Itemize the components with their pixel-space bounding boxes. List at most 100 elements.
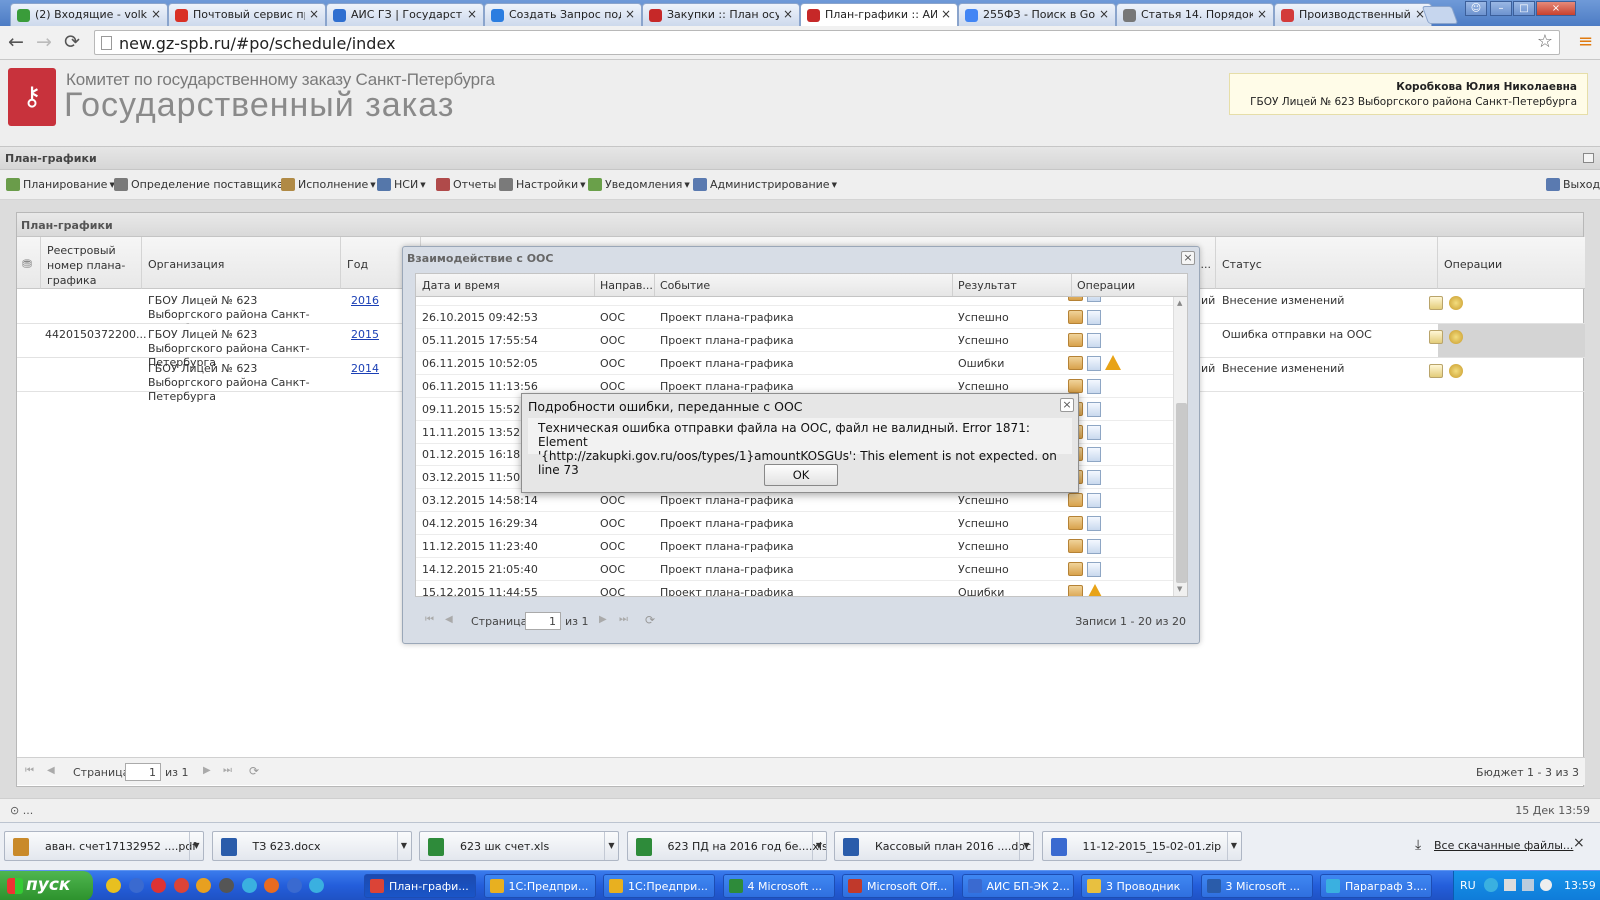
quick-launch-icon[interactable] — [128, 878, 144, 893]
document-icon[interactable] — [1087, 310, 1101, 325]
minimize-icon[interactable]: – — [1490, 1, 1512, 16]
browser-tab[interactable]: Почтовый сервис пр × — [168, 3, 326, 26]
close-icon[interactable]: × — [1573, 835, 1585, 851]
menu-item[interactable]: Определение поставщика▼ — [114, 178, 291, 191]
star-icon[interactable]: ☆ — [1537, 31, 1553, 52]
menu-item[interactable]: Планирование ▼ — [6, 178, 115, 191]
menu-item[interactable]: Уведомления ▼ — [588, 178, 690, 191]
list-item[interactable]: 14.12.2015 21:05:40 ООС Проект плана-графи… — [416, 558, 1173, 581]
col-organization[interactable]: Организация — [142, 237, 341, 289]
download-item[interactable]: 623 шк счет.xls ▼ — [419, 831, 619, 861]
vertical-scrollbar[interactable]: ▲ ▼ — [1173, 297, 1187, 596]
page-input[interactable]: 1 — [525, 612, 561, 630]
quick-launch-icon[interactable] — [106, 878, 121, 893]
refresh-icon[interactable]: ⟳ — [645, 614, 657, 626]
list-item[interactable]: 11.12.2015 11:23:40 ООС Проект плана-графи… — [416, 535, 1173, 558]
refresh-icon[interactable]: ⟳ — [249, 765, 261, 777]
col-oos-operations[interactable]: Операции — [1077, 279, 1135, 292]
package-icon[interactable] — [1068, 332, 1083, 347]
page-input[interactable]: 1 — [125, 763, 161, 781]
browser-tab[interactable]: Статья 14. Порядок × — [1116, 3, 1274, 26]
emblem-icon[interactable] — [1449, 330, 1463, 344]
document-icon[interactable] — [1429, 364, 1443, 378]
col-event[interactable]: Событие — [660, 279, 710, 292]
clock[interactable]: 13:59 — [1564, 879, 1596, 892]
warning-icon[interactable] — [1087, 583, 1103, 596]
emblem-icon[interactable] — [1449, 296, 1463, 310]
quick-launch-icon[interactable] — [286, 878, 302, 893]
close-icon[interactable]: × — [625, 7, 635, 21]
close-icon[interactable]: × — [467, 7, 477, 21]
menu-item[interactable]: НСИ ▼ — [377, 178, 426, 191]
browser-tab[interactable]: Производственный × — [1274, 3, 1432, 26]
taskbar-item[interactable]: АИС БП-ЭК 2... — [961, 874, 1074, 898]
close-icon[interactable]: × — [309, 7, 319, 21]
prev-page-icon[interactable]: ◀ — [47, 765, 59, 777]
browser-tab[interactable]: 255ФЗ - Поиск в Goo × — [958, 3, 1116, 26]
taskbar-item[interactable]: Параграф 3.... — [1320, 874, 1432, 898]
col-result[interactable]: Результат — [958, 279, 1017, 292]
first-page-icon[interactable]: ⏮ — [425, 614, 437, 626]
last-page-icon[interactable]: ⏭ — [223, 765, 235, 777]
start-button[interactable]: пуск — [0, 871, 93, 900]
close-icon[interactable]: × — [1181, 251, 1195, 265]
scroll-thumb[interactable] — [1176, 403, 1187, 583]
document-icon[interactable] — [1087, 355, 1101, 371]
close-icon[interactable]: × — [1060, 398, 1074, 412]
document-icon[interactable] — [1087, 539, 1101, 554]
package-icon[interactable] — [1068, 561, 1083, 576]
chevron-down-icon[interactable]: ▼ — [1019, 832, 1033, 860]
scroll-down-icon[interactable]: ▼ — [1177, 585, 1182, 593]
taskbar-item[interactable]: План-графи... — [364, 874, 476, 898]
quick-launch-icon[interactable] — [264, 878, 280, 893]
language-indicator[interactable]: RU — [1460, 879, 1476, 892]
download-item[interactable]: аван. счет17132952 ....pdf ▼ — [4, 831, 204, 861]
first-page-icon[interactable]: ⏮ — [25, 765, 37, 777]
chevron-down-icon[interactable]: ▼ — [189, 832, 203, 860]
browser-tab[interactable]: Закупки :: План осу × — [642, 3, 800, 26]
document-icon[interactable] — [1087, 332, 1101, 348]
download-item[interactable]: ТЗ 623.docx ▼ — [211, 831, 412, 861]
close-icon[interactable]: × — [1099, 7, 1109, 21]
taskbar-item[interactable]: 4 Microsoft ... — [722, 874, 835, 898]
document-icon[interactable] — [1087, 516, 1101, 532]
package-icon[interactable] — [1068, 355, 1083, 370]
list-item[interactable]: 05.11.2015 17:55:54 ООС Проект плана-графи… — [416, 329, 1173, 352]
browser-tab[interactable]: План-графики :: АИС × — [800, 3, 958, 27]
emblem-icon[interactable] — [1449, 364, 1463, 378]
forward-icon[interactable]: → — [36, 32, 52, 52]
package-icon[interactable] — [1068, 310, 1083, 324]
list-item[interactable]: 26.10.2015 09:42:53 ООС Проект плана-графи… — [416, 306, 1173, 329]
volume-icon[interactable] — [1522, 879, 1534, 891]
download-item[interactable]: Кассовый план 2016 ....doc ▼ — [834, 831, 1034, 861]
document-icon[interactable] — [1087, 470, 1101, 486]
package-icon[interactable] — [1068, 539, 1083, 553]
quick-launch-icon[interactable] — [173, 878, 189, 893]
document-icon[interactable] — [1087, 424, 1101, 440]
quick-launch-icon[interactable] — [219, 878, 234, 893]
reload-icon[interactable]: ⟳ — [64, 32, 80, 52]
taskbar-item[interactable]: 1С:Предпри... — [603, 874, 715, 898]
chevron-down-icon[interactable]: ▼ — [811, 832, 826, 860]
download-item[interactable]: 623 ПД на 2016 год бе....xls ▼ — [626, 831, 827, 861]
menu-item[interactable]: Настройки ▼ — [499, 178, 586, 191]
document-icon[interactable] — [1087, 561, 1101, 577]
url-input[interactable]: new.gz-spb.ru/#po/schedule/index ☆ — [94, 30, 1560, 55]
col-status[interactable]: Статус — [1216, 237, 1438, 289]
document-icon[interactable] — [1087, 493, 1101, 509]
close-icon[interactable]: × — [783, 7, 793, 21]
taskbar-item[interactable]: 3 Проводник — [1081, 874, 1193, 898]
col-direction[interactable]: Направ... — [600, 279, 653, 292]
document-icon[interactable] — [1087, 447, 1101, 463]
prev-page-icon[interactable]: ◀ — [445, 614, 457, 626]
network-icon[interactable] — [1504, 879, 1516, 891]
exit-button[interactable]: Выход — [1546, 178, 1600, 191]
warning-icon[interactable] — [1105, 354, 1121, 370]
year-link[interactable]: 2016 — [351, 294, 379, 308]
ok-button[interactable]: OK — [764, 464, 838, 486]
menu-item[interactable]: Исполнение ▼ — [281, 178, 376, 191]
taskbar-item[interactable]: 1С:Предпри... — [483, 874, 596, 898]
quick-launch-icon[interactable] — [151, 878, 167, 893]
back-icon[interactable]: ← — [8, 32, 24, 52]
filter-header[interactable]: ⛃ — [17, 237, 41, 289]
